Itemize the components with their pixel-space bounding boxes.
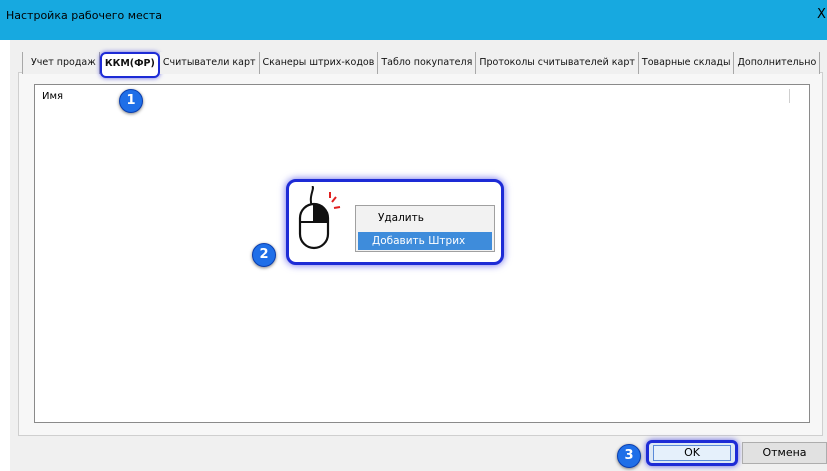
ok-button[interactable]: OK	[646, 440, 738, 466]
window-title: Настройка рабочего места	[6, 9, 162, 22]
step-badge-1: 1	[119, 89, 143, 113]
tab-card-readers[interactable]: Считыватели карт	[159, 52, 260, 74]
tab-customer-display[interactable]: Табло покупателя	[378, 52, 477, 74]
context-menu: Удалить Добавить Штрих	[355, 205, 495, 252]
menu-item-add-barcode[interactable]: Добавить Штрих	[358, 232, 492, 250]
mouse-right-click-icon	[298, 186, 341, 250]
tab-strip: Учет продаж ККМ(ФР) Считыватели карт Сканер…	[22, 52, 821, 78]
close-icon[interactable]: X	[817, 7, 826, 22]
menu-item-delete[interactable]: Удалить	[358, 209, 492, 227]
column-divider[interactable]	[789, 89, 790, 103]
tab-card-reader-protocols[interactable]: Протоколы считывателей карт	[476, 52, 639, 74]
column-header-name[interactable]: Имя	[42, 91, 63, 102]
tab-barcode-scanners[interactable]: Сканеры штрих-кодов	[259, 52, 379, 74]
step-badge-2: 2	[252, 243, 276, 267]
tab-sales[interactable]: Учет продаж	[22, 52, 100, 74]
tab-warehouses[interactable]: Товарные склады	[638, 52, 735, 74]
title-bar[interactable]: Настройка рабочего места X	[0, 0, 827, 40]
ok-button-label: OK	[653, 445, 731, 461]
cancel-button[interactable]: Отмена	[742, 442, 827, 464]
tab-kkm[interactable]: ККМ(ФР)	[99, 52, 160, 78]
tab-additional[interactable]: Дополнительно	[734, 52, 821, 74]
step-badge-3: 3	[617, 444, 641, 468]
